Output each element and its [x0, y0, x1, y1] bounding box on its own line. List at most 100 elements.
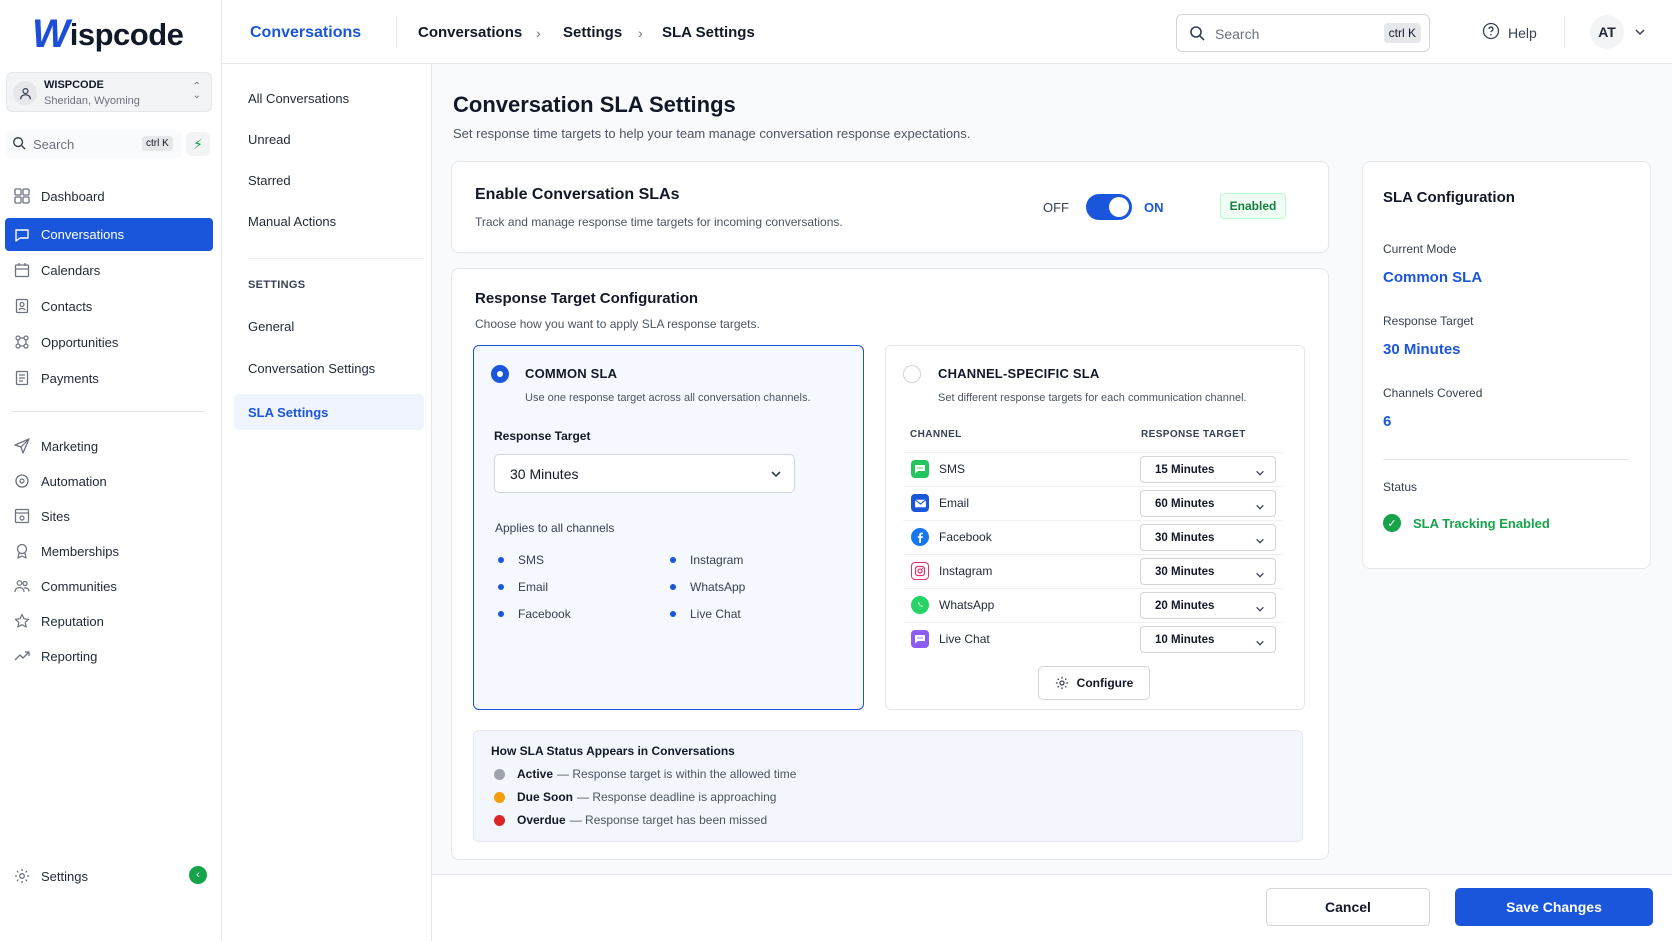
collapse-sidebar-icon[interactable]: ‹ — [189, 866, 207, 884]
sidebar-item-label: Marketing — [41, 438, 99, 454]
sidebar-item-automation[interactable]: Automation — [5, 465, 213, 497]
global-search-input[interactable]: Search ctrl K — [1176, 14, 1430, 52]
cancel-button[interactable]: Cancel — [1266, 888, 1430, 926]
sms-icon — [911, 460, 929, 478]
automation-icon — [13, 472, 31, 490]
toggle-on-label: ON — [1144, 200, 1164, 215]
sidebar-item-conversations[interactable]: Conversations — [5, 218, 213, 251]
channel-target-select[interactable]: 30 Minutes — [1140, 558, 1276, 585]
trend-icon — [13, 647, 31, 665]
sidebar-item-communities[interactable]: Communities — [5, 570, 213, 602]
subnav-item-sla-settings[interactable]: SLA Settings — [234, 394, 424, 430]
sidebar-item-opportunities[interactable]: Opportunities — [5, 326, 213, 358]
chevron-down-icon[interactable] — [1634, 26, 1646, 41]
channel-target-select[interactable]: 30 Minutes — [1140, 524, 1276, 551]
help-button[interactable]: Help — [1482, 22, 1537, 43]
sidebar-item-reputation[interactable]: Reputation — [5, 605, 213, 637]
sidebar-item-payments[interactable]: Payments — [5, 362, 213, 394]
contacts-icon — [13, 297, 31, 315]
status-dot-icon — [494, 791, 505, 803]
sidebar-item-label: Communities — [41, 578, 117, 594]
summary-title: SLA Configuration — [1383, 189, 1515, 206]
summary-status-value: ✓ SLA Tracking Enabled — [1383, 514, 1550, 532]
channel-target-select[interactable]: 15 Minutes — [1140, 456, 1276, 483]
global-search-shortcut: ctrl K — [1383, 23, 1421, 43]
column-header-channel: CHANNEL — [910, 429, 962, 440]
help-circle-icon — [1482, 22, 1500, 43]
breadcrumb-settings[interactable]: Settings — [563, 24, 622, 41]
sidebar-item-label: Opportunities — [41, 334, 119, 350]
sidebar-item-label: Settings — [41, 868, 88, 884]
response-target-description: Choose how you want to apply SLA respons… — [475, 317, 760, 331]
sidebar-search[interactable]: Search ctrl K — [6, 130, 182, 158]
sidebar-item-label: Calendars — [41, 262, 101, 278]
search-icon — [1189, 25, 1205, 44]
chevron-right-icon: › — [536, 25, 541, 41]
user-avatar[interactable]: AT — [1590, 15, 1624, 49]
chevron-down-icon — [1255, 534, 1265, 549]
channel-target-select[interactable]: 10 Minutes — [1140, 626, 1276, 653]
breadcrumb-conversations[interactable]: Conversations — [418, 24, 522, 41]
channel-specific-sla-description: Set different response targets for each … — [938, 392, 1247, 404]
table-row: Facebook 30 Minutes — [903, 520, 1283, 552]
search-icon — [12, 136, 26, 153]
sidebar-item-settings[interactable]: Settings — [5, 860, 213, 892]
channel-specific-sla-title: CHANNEL-SPECIFIC SLA — [938, 366, 1100, 381]
sidebar-item-sites[interactable]: Sites — [5, 500, 213, 532]
email-icon — [911, 494, 929, 512]
sidebar-item-label: Dashboard — [41, 188, 105, 204]
channel-list-item: Instagram — [670, 553, 743, 567]
send-icon — [13, 437, 31, 455]
sidebar-item-calendars[interactable]: Calendars — [5, 254, 213, 286]
channel-specific-sla-radio[interactable] — [903, 365, 921, 383]
sidebar-item-label: Conversations — [41, 227, 125, 242]
enable-sla-card: Enable Conversation SLAs Track and manag… — [451, 161, 1329, 253]
subnav-item-all-conversations[interactable]: All Conversations — [234, 80, 424, 116]
account-avatar-icon — [13, 81, 37, 105]
enable-sla-title: Enable Conversation SLAs — [475, 186, 680, 203]
sidebar-item-dashboard[interactable]: Dashboard — [5, 180, 213, 212]
common-sla-radio[interactable] — [491, 365, 509, 383]
configure-button[interactable]: Configure — [1038, 666, 1150, 700]
subnav-item-starred[interactable]: Starred — [234, 162, 424, 198]
subnav-item-manual-actions[interactable]: Manual Actions — [234, 203, 424, 239]
global-search-placeholder: Search — [1215, 26, 1260, 42]
sidebar-item-marketing[interactable]: Marketing — [5, 430, 213, 462]
dashboard-icon — [13, 187, 31, 205]
brand-logo[interactable]: W ispcode — [32, 12, 184, 57]
account-switcher[interactable]: WISPCODE Sheridan, Wyoming ⌃ ⌄ — [6, 72, 212, 112]
table-row: Instagram 30 Minutes — [903, 554, 1283, 586]
sidebar-item-label: Memberships — [41, 543, 120, 559]
sidebar-item-contacts[interactable]: Contacts — [5, 290, 213, 322]
page-title: Conversation SLA Settings — [453, 92, 736, 117]
channel-name: Instagram — [939, 564, 993, 578]
channel-name: SMS — [939, 462, 966, 476]
enable-sla-toggle[interactable] — [1086, 194, 1132, 220]
summary-target-value: 30 Minutes — [1383, 341, 1461, 358]
sidebar-item-label: Sites — [41, 508, 70, 524]
common-sla-option[interactable]: COMMON SLA Use one response target acros… — [473, 345, 864, 710]
subnav-item-general[interactable]: General — [234, 308, 424, 344]
gear-icon — [1055, 676, 1069, 690]
response-target-select[interactable]: 30 Minutes — [494, 454, 795, 493]
channel-target-select[interactable]: 60 Minutes — [1140, 490, 1276, 517]
summary-divider — [1383, 459, 1628, 460]
response-target-value: 30 Minutes — [510, 466, 579, 482]
live-chat-icon — [911, 630, 929, 648]
common-sla-description: Use one response target across all conve… — [525, 392, 811, 404]
legend-title: How SLA Status Appears in Conversations — [491, 744, 735, 758]
header-divider — [1564, 16, 1565, 48]
table-row: Live Chat 10 Minutes — [903, 622, 1283, 654]
subnav-item-conversation-settings[interactable]: Conversation Settings — [234, 350, 424, 386]
sidebar-item-reporting[interactable]: Reporting — [5, 640, 213, 672]
summary-status-label: Status — [1383, 480, 1418, 494]
sidebar-item-memberships[interactable]: Memberships — [5, 535, 213, 567]
channel-target-select[interactable]: 20 Minutes — [1140, 592, 1276, 619]
channel-name: Facebook — [939, 530, 992, 544]
save-changes-button[interactable]: Save Changes — [1455, 888, 1653, 926]
sidebar-item-label: Reputation — [41, 613, 104, 629]
subnav-item-unread[interactable]: Unread — [234, 121, 424, 157]
account-location: Sheridan, Wyoming — [44, 95, 140, 107]
quick-action-bolt-icon[interactable]: ⚡ — [186, 132, 210, 156]
header-section-title[interactable]: Conversations — [250, 24, 361, 42]
